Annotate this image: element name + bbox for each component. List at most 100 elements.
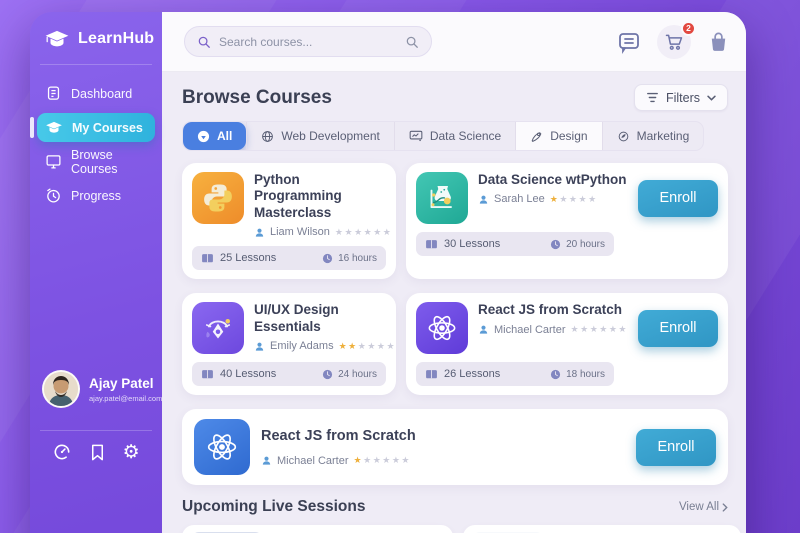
- tab-label: All: [217, 129, 232, 143]
- course-author: Michael Carter: [277, 455, 349, 467]
- all-icon: [197, 130, 210, 143]
- search-icon[interactable]: [405, 35, 419, 49]
- progress-clock-icon: [45, 187, 62, 204]
- main-panel: 2 Browse Courses Filters: [162, 12, 746, 533]
- sidebar: LearnHub Dashboard My Courses: [30, 12, 162, 533]
- dashboard-icon: [45, 85, 62, 102]
- course-meta-bar: 40 Lessons 24 hours: [192, 362, 386, 386]
- course-card[interactable]: UI/UX Design Essentials Emily Adams ★★★★…: [182, 293, 396, 395]
- react-icon: [416, 302, 468, 354]
- person-icon: [254, 227, 265, 238]
- category-tabs: All Web Development Data Science: [182, 121, 704, 151]
- course-author: Michael Carter: [494, 324, 566, 336]
- app-window: LearnHub Dashboard My Courses: [30, 12, 746, 533]
- lessons-count: 40 Lessons: [220, 368, 276, 380]
- chevron-right-icon: [722, 503, 728, 512]
- filters-button[interactable]: Filters: [634, 84, 728, 111]
- tab-label: Data Science: [430, 129, 501, 143]
- python-icon: [192, 172, 244, 224]
- lessons-icon: [425, 239, 438, 250]
- sessions-grid: Intro to Machine Learning 6 Mon 2 Lesson…: [182, 525, 728, 533]
- sidebar-item-progress[interactable]: Progress: [37, 181, 155, 210]
- tab-label: Design: [550, 129, 587, 143]
- view-all-link[interactable]: View All: [679, 501, 728, 513]
- course-grid: Python Programming Masterclass Liam Wils…: [182, 163, 728, 485]
- enroll-button[interactable]: Enroll: [636, 429, 716, 466]
- course-author: Sarah Lee: [494, 193, 545, 205]
- rating-stars: ★★★★★★: [339, 341, 396, 352]
- sidebar-item-label: Dashboard: [71, 87, 132, 101]
- user-name: Ajay Patel: [89, 376, 162, 391]
- lessons-icon: [201, 253, 214, 264]
- pen-icon: [530, 130, 543, 143]
- messages-icon[interactable]: [617, 30, 641, 54]
- session-card[interactable]: Intro to Machine Learning 6 Mon 2 Lesson…: [182, 525, 453, 533]
- rating-stars: ★★★★★★: [354, 455, 411, 466]
- course-card[interactable]: Data Science wtPython Sarah Lee ★★★★★ En…: [406, 163, 728, 279]
- hours-count: 18 hours: [566, 369, 605, 380]
- tab-all[interactable]: All: [183, 122, 246, 150]
- course-card[interactable]: React JS from Scratch Michael Carter ★★★…: [182, 409, 728, 485]
- hours-count: 20 hours: [566, 239, 605, 250]
- search-bar[interactable]: [184, 26, 432, 57]
- lessons-icon: [425, 369, 438, 380]
- clock-icon: [550, 239, 561, 250]
- lessons-count: 26 Lessons: [444, 368, 500, 380]
- bag-icon[interactable]: [707, 30, 730, 53]
- gear-icon[interactable]: ⚙: [123, 443, 140, 462]
- react-icon: [194, 419, 250, 475]
- user-email: ajay.patel@email.com: [89, 394, 162, 403]
- pen-tool-icon: [192, 302, 244, 354]
- course-author: Emily Adams: [270, 340, 334, 352]
- tab-marketing[interactable]: Marketing: [602, 122, 704, 150]
- lessons-count: 30 Lessons: [444, 238, 500, 250]
- filters-label: Filters: [666, 91, 700, 105]
- person-icon: [478, 194, 489, 205]
- tab-design[interactable]: Design: [515, 122, 601, 150]
- person-icon: [261, 455, 272, 466]
- gauge-icon[interactable]: [52, 442, 72, 462]
- search-input[interactable]: [219, 35, 397, 49]
- rating-stars: ★★★★★: [550, 194, 598, 205]
- clock-icon: [550, 369, 561, 380]
- course-card[interactable]: Python Programming Masterclass Liam Wils…: [182, 163, 396, 279]
- sidebar-item-label: Browse Courses: [71, 148, 147, 176]
- course-author: Liam Wilson: [270, 226, 330, 238]
- enroll-button[interactable]: Enroll: [638, 310, 718, 347]
- session-card[interactable]: DaSC:ience with Python 30 Lessons 20 hou…: [463, 525, 741, 533]
- filter-icon: [646, 92, 659, 103]
- chart-monitor-icon: [409, 130, 423, 142]
- course-title: Python Programming Masterclass: [254, 172, 386, 221]
- sidebar-item-browse-courses[interactable]: Browse Courses: [37, 147, 155, 176]
- divider: [40, 64, 152, 65]
- tab-web-development[interactable]: Web Development: [246, 122, 394, 150]
- course-title: UI/UX Design Essentials: [254, 302, 386, 335]
- brand-logo: LearnHub: [30, 12, 162, 64]
- bookmark-icon[interactable]: [89, 443, 106, 462]
- search-icon: [197, 35, 211, 49]
- sidebar-item-my-courses[interactable]: My Courses: [37, 113, 155, 142]
- lessons-icon: [201, 369, 214, 380]
- tab-label: Web Development: [281, 129, 380, 143]
- course-title: React JS from Scratch: [261, 428, 625, 446]
- course-card[interactable]: React JS from Scratch Michael Carter ★★★…: [406, 293, 728, 395]
- enroll-button[interactable]: Enroll: [638, 180, 718, 217]
- divider: [40, 430, 152, 431]
- course-meta-bar: 30 Lessons 20 hours: [416, 232, 614, 256]
- cart-badge: 2: [681, 21, 696, 36]
- person-icon: [478, 324, 489, 335]
- marketing-icon: [617, 130, 630, 143]
- tab-data-science[interactable]: Data Science: [394, 122, 515, 150]
- hours-count: 24 hours: [338, 369, 377, 380]
- brand-name: LearnHub: [78, 30, 154, 48]
- flask-chart-icon: [416, 172, 468, 224]
- user-profile[interactable]: Ajay Patel ajay.patel@email.com: [30, 370, 162, 408]
- cart-icon[interactable]: 2: [657, 25, 691, 59]
- content: Browse Courses Filters: [162, 72, 746, 533]
- globe-icon: [261, 130, 274, 143]
- lessons-count: 25 Lessons: [220, 252, 276, 264]
- chevron-down-icon: [707, 95, 716, 101]
- sidebar-item-dashboard[interactable]: Dashboard: [37, 79, 155, 108]
- monitor-icon: [45, 153, 62, 170]
- rating-stars: ★★★★★★: [335, 227, 392, 238]
